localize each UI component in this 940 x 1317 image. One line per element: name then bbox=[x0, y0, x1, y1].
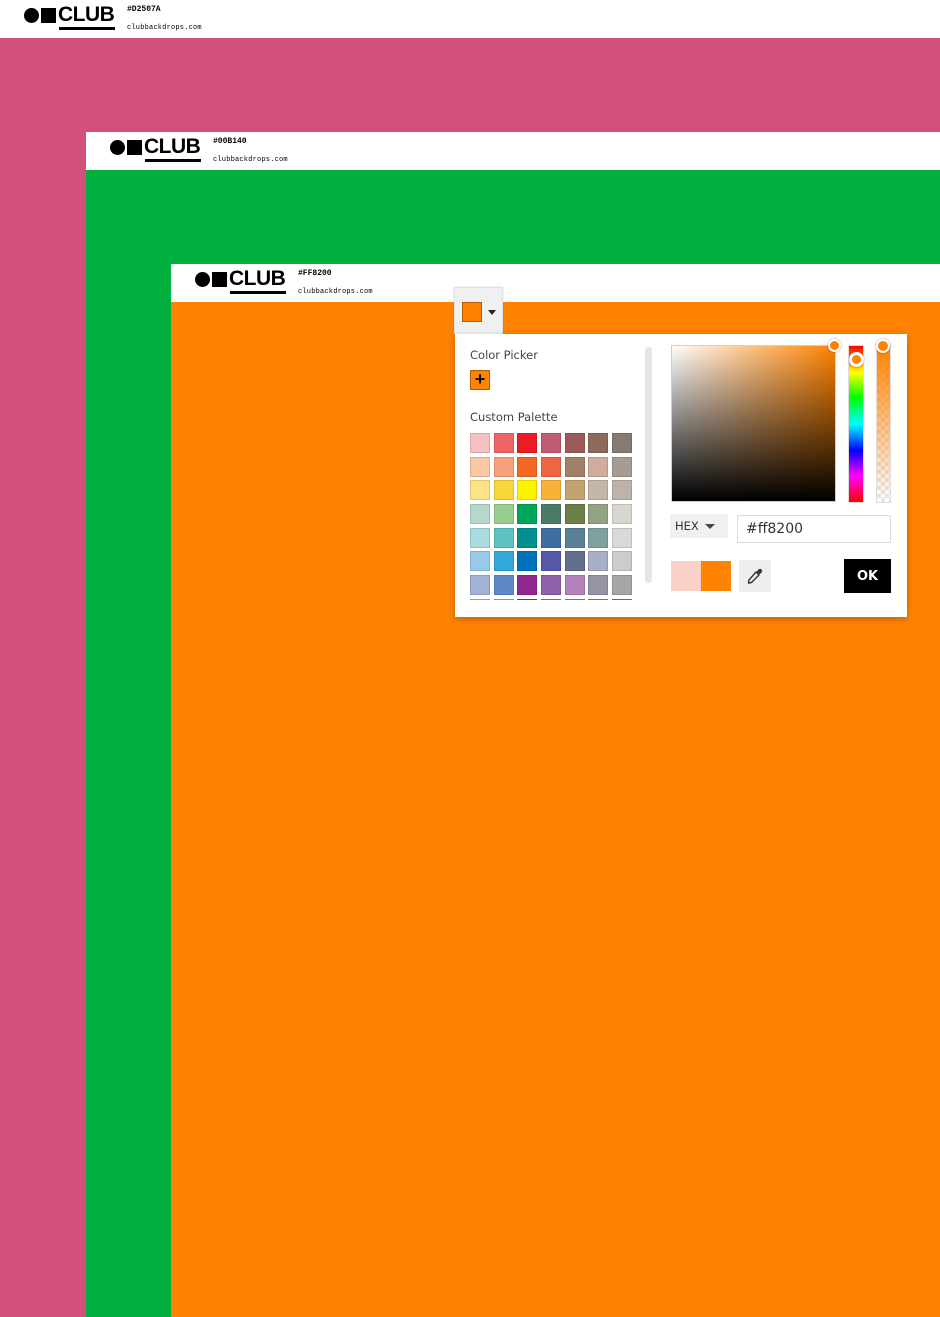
eyedropper-button[interactable] bbox=[739, 560, 771, 592]
palette-swatch[interactable] bbox=[541, 504, 562, 525]
palette-swatch[interactable] bbox=[564, 456, 585, 477]
palette-swatch[interactable] bbox=[564, 480, 585, 501]
hex-value-input[interactable] bbox=[737, 515, 891, 543]
club-logo: CLUB bbox=[24, 3, 116, 31]
current-color-swatch bbox=[462, 302, 482, 322]
palette-swatch[interactable] bbox=[470, 575, 490, 596]
header-bar: CLUB #00B140 clubbackdrops.com bbox=[86, 132, 940, 170]
palette-swatch[interactable] bbox=[493, 504, 514, 525]
color-picker-title: Color Picker bbox=[470, 348, 538, 362]
palette-swatch[interactable] bbox=[612, 504, 632, 525]
site-label: clubbackdrops.com bbox=[213, 156, 288, 164]
custom-palette-title: Custom Palette bbox=[470, 410, 558, 424]
palette-swatch[interactable] bbox=[588, 433, 609, 453]
hex-code-label: #00B140 bbox=[213, 137, 247, 146]
palette-swatch[interactable] bbox=[612, 598, 632, 600]
palette-scrollbar[interactable] bbox=[645, 347, 652, 583]
custom-palette-grid bbox=[470, 433, 632, 600]
palette-swatch[interactable] bbox=[564, 504, 585, 525]
palette-swatch[interactable] bbox=[517, 551, 538, 572]
palette-swatch[interactable] bbox=[470, 433, 490, 453]
palette-swatch[interactable] bbox=[517, 480, 538, 501]
color-preview bbox=[671, 561, 731, 591]
palette-swatch[interactable] bbox=[493, 598, 514, 600]
header-bar: CLUB #D2507A clubbackdrops.com bbox=[0, 0, 940, 38]
palette-swatch[interactable] bbox=[541, 598, 562, 600]
palette-swatch[interactable] bbox=[612, 480, 632, 501]
palette-swatch[interactable] bbox=[470, 598, 490, 600]
palette-swatch[interactable] bbox=[612, 551, 632, 572]
hex-code-label: #D2507A bbox=[127, 5, 161, 14]
color-format-select[interactable]: HEX bbox=[670, 514, 728, 538]
palette-swatch[interactable] bbox=[541, 480, 562, 501]
color-picker-trigger[interactable] bbox=[454, 287, 503, 334]
palette-swatch[interactable] bbox=[517, 598, 538, 600]
palette-swatch[interactable] bbox=[541, 527, 562, 548]
palette-swatch[interactable] bbox=[588, 551, 609, 572]
palette-swatch[interactable] bbox=[588, 480, 609, 501]
palette-swatch[interactable] bbox=[541, 551, 562, 572]
chevron-down-icon bbox=[488, 310, 496, 315]
palette-swatch[interactable] bbox=[564, 598, 585, 600]
palette-swatch[interactable] bbox=[517, 504, 538, 525]
club-logo: CLUB bbox=[110, 135, 202, 163]
palette-swatch[interactable] bbox=[517, 433, 538, 453]
site-label: clubbackdrops.com bbox=[298, 288, 373, 296]
eyedropper-icon bbox=[747, 568, 763, 584]
color-picker-popup: Color Picker + Custom Palette HEX OK bbox=[455, 334, 907, 617]
palette-swatch[interactable] bbox=[588, 456, 609, 477]
palette-swatch[interactable] bbox=[470, 480, 490, 501]
palette-swatch[interactable] bbox=[517, 575, 538, 596]
palette-swatch[interactable] bbox=[541, 575, 562, 596]
palette-swatch[interactable] bbox=[493, 527, 514, 548]
previous-color-preview[interactable] bbox=[671, 561, 701, 591]
saturation-handle[interactable] bbox=[828, 339, 841, 352]
header-bar: CLUB #FF8200 clubbackdrops.com bbox=[171, 264, 940, 302]
palette-swatch[interactable] bbox=[517, 527, 538, 548]
palette-swatch[interactable] bbox=[564, 551, 585, 572]
palette-swatch[interactable] bbox=[564, 575, 585, 596]
alpha-handle[interactable] bbox=[876, 339, 890, 353]
club-logo: CLUB bbox=[195, 267, 287, 295]
palette-swatch[interactable] bbox=[470, 527, 490, 548]
palette-swatch[interactable] bbox=[612, 456, 632, 477]
palette-swatch[interactable] bbox=[612, 527, 632, 548]
palette-swatch[interactable] bbox=[612, 575, 632, 596]
palette-swatch[interactable] bbox=[588, 598, 609, 600]
palette-swatch[interactable] bbox=[470, 551, 490, 572]
palette-swatch[interactable] bbox=[493, 456, 514, 477]
current-color-preview bbox=[701, 561, 731, 591]
palette-swatch[interactable] bbox=[493, 433, 514, 453]
palette-swatch[interactable] bbox=[517, 456, 538, 477]
palette-swatch[interactable] bbox=[588, 527, 609, 548]
hex-code-label: #FF8200 bbox=[298, 269, 332, 278]
palette-swatch[interactable] bbox=[470, 504, 490, 525]
palette-swatch[interactable] bbox=[564, 527, 585, 548]
palette-swatch[interactable] bbox=[541, 433, 562, 453]
alpha-slider[interactable] bbox=[876, 345, 891, 503]
palette-swatch[interactable] bbox=[588, 575, 609, 596]
palette-swatch[interactable] bbox=[493, 551, 514, 572]
palette-swatch[interactable] bbox=[541, 456, 562, 477]
palette-swatch[interactable] bbox=[612, 433, 632, 453]
palette-swatch[interactable] bbox=[493, 480, 514, 501]
site-label: clubbackdrops.com bbox=[127, 24, 202, 32]
saturation-value-area[interactable] bbox=[671, 345, 836, 502]
palette-swatch[interactable] bbox=[588, 504, 609, 525]
ok-button[interactable]: OK bbox=[844, 559, 891, 593]
add-color-button[interactable]: + bbox=[470, 369, 490, 390]
palette-swatch[interactable] bbox=[493, 575, 514, 596]
hue-handle[interactable] bbox=[849, 352, 864, 367]
palette-swatch[interactable] bbox=[564, 433, 585, 453]
palette-swatch[interactable] bbox=[470, 456, 490, 477]
plus-icon: + bbox=[474, 369, 486, 389]
chevron-down-icon bbox=[705, 524, 715, 529]
hue-slider[interactable] bbox=[848, 345, 864, 503]
